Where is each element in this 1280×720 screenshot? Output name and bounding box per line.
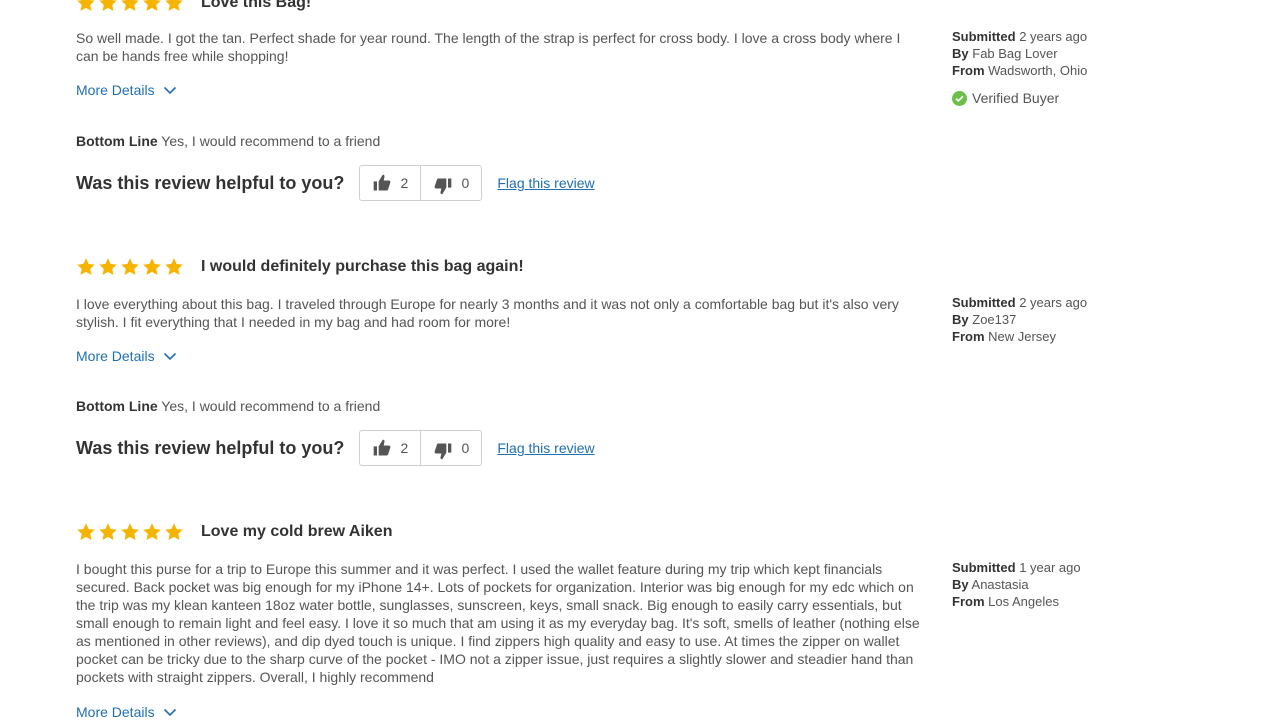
star-rating [76,257,184,277]
more-details-button[interactable]: More Details [76,82,177,98]
helpful-no-count: 0 [461,440,470,456]
star-icon [121,258,139,275]
bottom-line-label: Bottom Line [76,133,158,149]
helpful-no-count: 0 [461,175,470,191]
star-icon [143,258,161,275]
bottom-line: Bottom Line Yes, I would recommend to a … [76,398,380,414]
submitted-label: Submitted [952,560,1016,575]
star-icon [165,0,183,12]
bottom-line-value: Yes, I would recommend to a friend [161,398,381,414]
star-icon [99,258,117,275]
star-icon [143,0,161,12]
review-body: So well made. I got the tan. Perfect sha… [76,30,901,64]
thumbs-down-icon [435,178,452,194]
helpful-no-button[interactable]: 0 [420,166,481,200]
more-details-label: More Details [76,82,155,98]
review-body: I bought this purse for a trip to Europe… [76,561,920,685]
verified-badge: Verified Buyer [952,90,1087,107]
author-name: Zoe137 [972,312,1017,327]
star-icon [121,523,139,540]
helpful-row: Was this review helpful to you? 2 0 Flag… [76,165,595,201]
review-title: Love this Bag! [201,0,312,11]
star-icon [121,0,139,12]
check-circle-icon [952,91,967,106]
chevron-down-icon [163,86,176,95]
star-rating [76,522,184,542]
from-label: From [952,594,985,609]
more-details-button[interactable]: More Details [76,348,177,364]
star-rating [76,0,184,13]
author-location: Wadsworth, Ohio [988,63,1088,78]
helpful-question: Was this review helpful to you? [76,172,345,193]
helpful-yes-button[interactable]: 2 [360,431,420,465]
star-icon [143,523,161,540]
more-details-button[interactable]: More Details [76,704,177,720]
submitted-label: Submitted [952,295,1016,310]
helpful-yes-count: 2 [400,175,409,191]
star-icon [165,523,183,540]
verified-label: Verified Buyer [972,90,1060,106]
star-icon [77,0,95,12]
review-meta: Submitted 2 years ago By Fab Bag Lover F… [952,28,1087,107]
bottom-line-label: Bottom Line [76,398,158,414]
star-icon [99,0,117,12]
review-title: I would definitely purchase this bag aga… [201,258,524,275]
from-label: From [952,63,985,78]
submitted-value: 2 years ago [1019,295,1088,310]
submitted-label: Submitted [952,29,1016,44]
from-label: From [952,329,985,344]
thumbs-down-icon [435,443,452,459]
helpful-no-button[interactable]: 0 [420,431,481,465]
star-icon [77,523,95,540]
submitted-value: 1 year ago [1019,560,1081,575]
author-name: Anastasia [971,577,1029,592]
helpful-question: Was this review helpful to you? [76,437,345,458]
author-name: Fab Bag Lover [972,46,1058,61]
author-location: Los Angeles [988,594,1059,609]
review-meta: Submitted 2 years ago By Zoe137 From New… [952,294,1087,345]
helpful-yes-count: 2 [400,440,409,456]
author-location: New Jersey [988,329,1057,344]
more-details-label: More Details [76,704,155,720]
thumbs-up-icon [374,174,391,191]
by-label: By [952,46,969,61]
helpful-yes-button[interactable]: 2 [360,166,420,200]
star-icon [77,258,95,275]
review-meta: Submitted 1 year ago By Anastasia From L… [952,559,1081,610]
helpful-row: Was this review helpful to you? 2 0 Flag… [76,430,595,466]
flag-review-link[interactable]: Flag this review [497,175,594,191]
review-title: Love my cold brew Aiken [201,523,393,540]
chevron-down-icon [163,708,176,717]
submitted-value: 2 years ago [1019,29,1088,44]
more-details-label: More Details [76,348,155,364]
star-icon [99,523,117,540]
by-label: By [952,577,969,592]
review-body: I love everything about this bag. I trav… [76,296,899,330]
star-icon [165,258,183,275]
bottom-line-value: Yes, I would recommend to a friend [161,133,381,149]
flag-review-link[interactable]: Flag this review [497,440,594,456]
vote-group: 2 0 [359,430,483,466]
bottom-line: Bottom Line Yes, I would recommend to a … [76,133,380,149]
vote-group: 2 0 [359,165,483,201]
chevron-down-icon [163,352,176,361]
by-label: By [952,312,969,327]
thumbs-up-icon [374,439,391,456]
